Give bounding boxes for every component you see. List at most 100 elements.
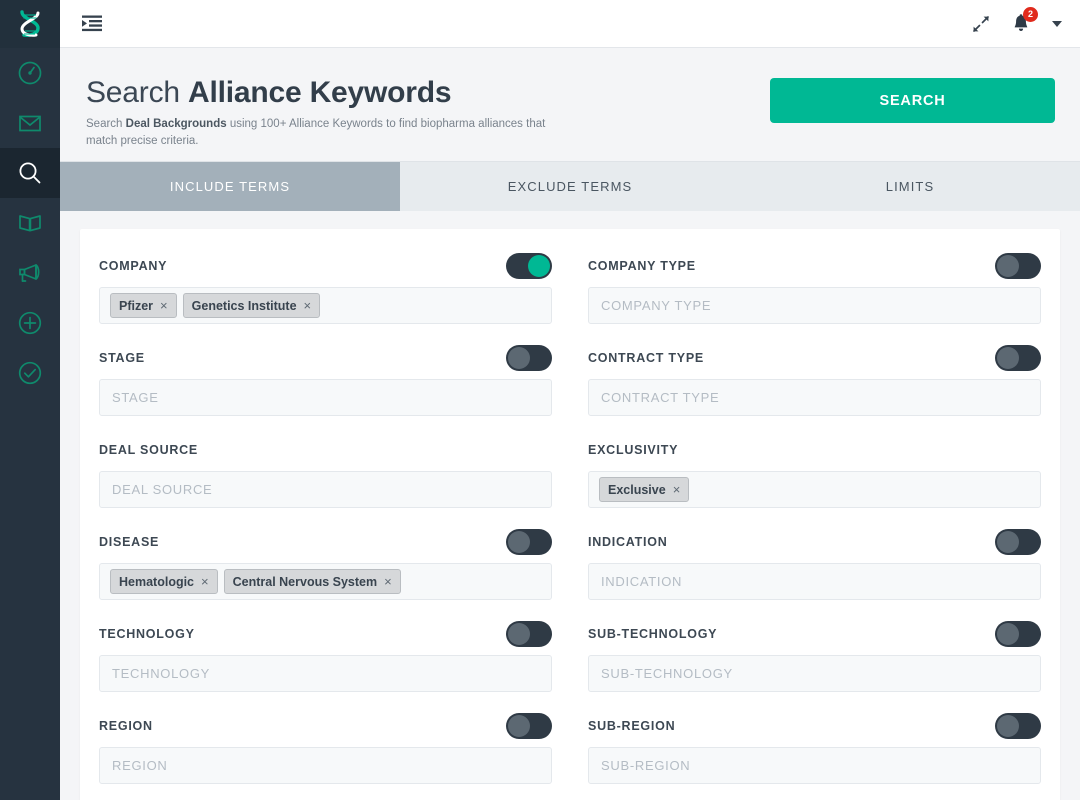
search-button[interactable]: SEARCH xyxy=(770,78,1055,123)
app-logo[interactable] xyxy=(0,0,60,48)
tab-limits[interactable]: LIMITS xyxy=(740,162,1080,211)
check-circle-icon xyxy=(17,360,43,386)
sidebar-item-add[interactable] xyxy=(0,298,60,348)
notifications-button[interactable]: 2 xyxy=(1012,14,1030,33)
chip-disease[interactable]: Central Nervous System× xyxy=(224,569,401,594)
toggle-knob xyxy=(508,531,530,553)
sidebar-item-mail[interactable] xyxy=(0,98,60,148)
input-placeholder-technology: TECHNOLOGY xyxy=(110,666,210,681)
toggle-sub-region[interactable] xyxy=(995,713,1041,739)
chip-remove-icon[interactable]: × xyxy=(201,575,209,588)
field-label-disease: DISEASE xyxy=(99,535,159,549)
sidebar-item-search[interactable] xyxy=(0,148,60,198)
toggle-indication[interactable] xyxy=(995,529,1041,555)
page-title: Search Alliance Keywords xyxy=(86,76,770,109)
app-root: 2 Search Alliance Keywords Search Deal B… xyxy=(0,0,1080,800)
fields-grid: COMPANYPfizer×Genetics Institute×COMPANY… xyxy=(99,251,1041,800)
field-head-company-type: COMPANY TYPE xyxy=(588,251,1041,281)
sidebar-item-library[interactable] xyxy=(0,198,60,248)
input-placeholder-deal-source: DEAL SOURCE xyxy=(110,482,212,497)
field-label-stage: STAGE xyxy=(99,351,145,365)
toggle-technology[interactable] xyxy=(506,621,552,647)
field-label-sub-technology: SUB-TECHNOLOGY xyxy=(588,627,717,641)
menu-toggle-button[interactable] xyxy=(82,15,102,32)
field-label-sub-region: SUB-REGION xyxy=(588,719,675,733)
sidebar-item-tasks[interactable] xyxy=(0,348,60,398)
chip-exclusivity[interactable]: Exclusive × xyxy=(599,477,689,502)
input-indication[interactable]: INDICATION xyxy=(588,563,1041,600)
field-head-contract-type: CONTRACT TYPE xyxy=(588,343,1041,373)
toggle-stage[interactable] xyxy=(506,345,552,371)
toggle-contract-type[interactable] xyxy=(995,345,1041,371)
toggle-knob xyxy=(997,623,1019,645)
field-label-technology: TECHNOLOGY xyxy=(99,627,195,641)
dashboard-gauge-icon xyxy=(17,60,43,86)
field-head-region: REGION xyxy=(99,711,552,741)
megaphone-icon xyxy=(16,259,44,287)
toggle-company[interactable] xyxy=(506,253,552,279)
tab-bar: INCLUDE TERMSEXCLUDE TERMSLIMITS xyxy=(60,161,1080,211)
input-deal-source[interactable]: DEAL SOURCE xyxy=(99,471,552,508)
page-subtitle: Search Deal Backgrounds using 100+ Allia… xyxy=(86,116,566,151)
chip-remove-icon[interactable]: × xyxy=(304,299,312,312)
field-head-sub-region: SUB-REGION xyxy=(588,711,1041,741)
chip-remove-icon[interactable]: × xyxy=(384,575,392,588)
field-company-type: COMPANY TYPE COMPANY TYPE xyxy=(588,251,1041,324)
tab-include-terms[interactable]: INCLUDE TERMS xyxy=(60,162,400,211)
chip-label: Pfizer xyxy=(119,299,153,313)
toggle-region[interactable] xyxy=(506,713,552,739)
menu-indent-icon xyxy=(82,15,102,32)
field-label-deal-source: DEAL SOURCE xyxy=(99,443,198,457)
field-label-company-type: COMPANY TYPE xyxy=(588,259,696,273)
field-label-region: REGION xyxy=(99,719,153,733)
toggle-disease[interactable] xyxy=(506,529,552,555)
input-technology[interactable]: TECHNOLOGY xyxy=(99,655,552,692)
input-disease[interactable]: Hematologic×Central Nervous System× xyxy=(99,563,552,600)
field-label-indication: INDICATION xyxy=(588,535,668,549)
input-company[interactable]: Pfizer × Genetics Institute × xyxy=(99,287,552,324)
chip-label: Hematologic xyxy=(119,575,194,589)
field-head-indication: INDICATION xyxy=(588,527,1041,557)
input-company-type[interactable]: COMPANY TYPE xyxy=(588,287,1041,324)
page-title-light: Search xyxy=(86,76,180,109)
input-region[interactable]: REGION xyxy=(99,747,552,784)
input-placeholder-region: REGION xyxy=(110,758,167,773)
page-subtitle-part1: Search xyxy=(86,118,126,130)
account-menu-caret[interactable] xyxy=(1052,21,1062,27)
input-sub-region[interactable]: SUB-REGION xyxy=(588,747,1041,784)
field-indication: INDICATION INDICATION xyxy=(588,527,1041,600)
input-exclusivity[interactable]: Exclusive × xyxy=(588,471,1041,508)
plus-circle-icon xyxy=(17,310,43,336)
field-head-technology: TECHNOLOGY xyxy=(99,619,552,649)
chip-disease[interactable]: Hematologic × xyxy=(110,569,218,594)
input-placeholder-company-type: COMPANY TYPE xyxy=(599,298,711,313)
toggle-company-type[interactable] xyxy=(995,253,1041,279)
envelope-icon xyxy=(17,110,43,136)
field-head-exclusivity: EXCLUSIVITY xyxy=(588,435,1041,465)
chip-company[interactable]: Pfizer × xyxy=(110,293,177,318)
field-sub-region: SUB-REGION SUB-REGION xyxy=(588,711,1041,784)
toggle-sub-technology[interactable] xyxy=(995,621,1041,647)
toggle-knob xyxy=(997,715,1019,737)
toggle-knob xyxy=(508,623,530,645)
input-placeholder-sub-region: SUB-REGION xyxy=(599,758,690,773)
input-stage[interactable]: STAGE xyxy=(99,379,552,416)
input-contract-type[interactable]: CONTRACT TYPE xyxy=(588,379,1041,416)
expand-button[interactable] xyxy=(972,15,990,33)
sidebar-item-announcements[interactable] xyxy=(0,248,60,298)
page-header-text: Search Alliance Keywords Search Deal Bac… xyxy=(86,72,770,151)
field-contract-type: CONTRACT TYPE CONTRACT TYPE xyxy=(588,343,1041,416)
chip-label: Exclusive xyxy=(608,483,666,497)
tab-exclude-terms[interactable]: EXCLUDE TERMS xyxy=(400,162,740,211)
search-icon xyxy=(17,160,43,186)
chip-remove-icon[interactable]: × xyxy=(160,299,168,312)
field-head-sub-technology: SUB-TECHNOLOGY xyxy=(588,619,1041,649)
field-company: COMPANYPfizer×Genetics Institute× xyxy=(99,251,552,324)
chip-remove-icon[interactable]: × xyxy=(673,483,681,496)
input-sub-technology[interactable]: SUB-TECHNOLOGY xyxy=(588,655,1041,692)
sidebar-item-dashboard[interactable] xyxy=(0,48,60,98)
field-head-disease: DISEASE xyxy=(99,527,552,557)
field-stage: STAGE STAGE xyxy=(99,343,552,416)
chip-label: Genetics Institute xyxy=(192,299,297,313)
chip-company[interactable]: Genetics Institute × xyxy=(183,293,320,318)
